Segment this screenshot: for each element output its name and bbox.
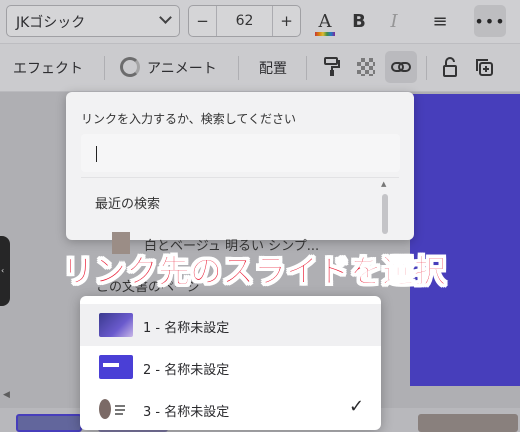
animate-icon (120, 57, 140, 77)
font-size-value[interactable]: 62 (217, 6, 272, 36)
align-icon[interactable]: ≡ (428, 9, 452, 33)
slide-canvas (410, 94, 520, 386)
duplicate-icon[interactable] (473, 56, 495, 78)
scroll-up-icon[interactable]: ▲ (381, 180, 386, 188)
italic-icon[interactable]: I (383, 9, 405, 33)
page-list: 1 - 名称未設定 2 - 名称未設定 3 - 名称未設定 ✓ (80, 296, 381, 430)
page-label: 2 - 名称未設定 (143, 363, 230, 378)
divider (81, 177, 399, 178)
bold-icon[interactable]: B (348, 9, 370, 33)
font-family-value: JKゴシック (16, 15, 86, 31)
link-prompt: リンクを入力するか、検索してください (81, 112, 297, 126)
divider (238, 56, 239, 80)
page-thumbnail[interactable] (16, 414, 82, 432)
decrease-size-button[interactable]: − (189, 6, 217, 36)
color-bar (315, 32, 335, 36)
transparency-icon[interactable] (357, 58, 375, 76)
divider (104, 56, 105, 80)
page-item[interactable]: 1 - 名称未設定 (80, 304, 381, 346)
recent-search-title: 最近の検索 (95, 197, 161, 212)
handle-glyph: ‹ (1, 266, 5, 275)
effect-button[interactable]: エフェクト (13, 58, 83, 78)
side-panel-handle[interactable]: ‹ (0, 236, 10, 306)
page-item[interactable]: 3 - 名称未設定 ✓ (80, 388, 381, 430)
text-toolbar: JKゴシック − 62 + A B I ≡ ••• (0, 0, 520, 44)
page-thumbnail (99, 313, 133, 337)
check-icon: ✓ (349, 396, 365, 417)
divider (426, 56, 427, 80)
font-family-select[interactable]: JKゴシック (6, 5, 180, 37)
page-thumbnail (99, 397, 133, 421)
page-thumbnail[interactable] (418, 414, 518, 432)
increase-size-button[interactable]: + (272, 6, 300, 36)
lock-icon[interactable] (439, 56, 461, 78)
page-label: 3 - 名称未設定 (143, 405, 230, 420)
page-item[interactable]: 2 - 名称未設定 (80, 346, 381, 388)
chevron-down-icon (159, 11, 172, 24)
scrollbar-thumb[interactable] (382, 194, 388, 234)
animate-button[interactable]: アニメート (147, 58, 217, 78)
link-popup: リンクを入力するか、検索してください 最近の検索 (66, 92, 414, 240)
text-color-glyph: A (318, 10, 332, 32)
link-icon[interactable] (385, 51, 417, 83)
popup-scrollbar[interactable]: ▲ (380, 180, 390, 236)
divider (306, 56, 307, 80)
scroll-left-icon[interactable]: ◀ (3, 390, 10, 400)
text-caret (96, 146, 97, 162)
paint-roller-icon[interactable] (321, 56, 343, 78)
page-thumbnail (99, 355, 133, 379)
more-icon[interactable]: ••• (474, 5, 506, 37)
page-label: 1 - 名称未設定 (143, 321, 230, 336)
position-button[interactable]: 配置 (259, 58, 287, 78)
annotation-caption: リンク先のスライドを選択 (61, 252, 447, 291)
font-size-stepper: − 62 + (188, 5, 301, 37)
text-color-icon[interactable]: A (313, 9, 337, 36)
link-search-input[interactable] (81, 134, 400, 172)
